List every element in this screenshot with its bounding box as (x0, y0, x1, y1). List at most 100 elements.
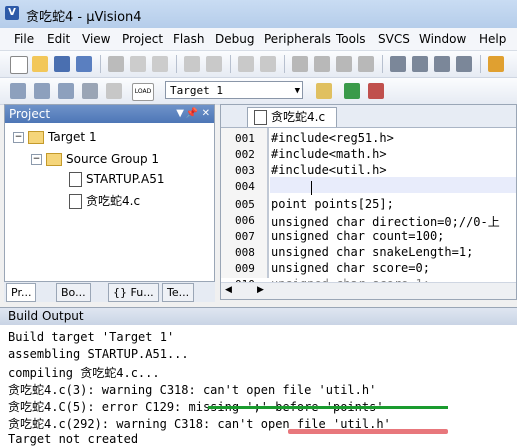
uncomment-icon[interactable] (456, 56, 472, 72)
clear-bookmarks-icon[interactable] (358, 56, 374, 72)
code-line[interactable]: #include<reg51.h> (271, 131, 394, 145)
nav-forward-icon[interactable] (260, 56, 276, 72)
editor-tab-label: 贪吃蛇4.c (271, 110, 326, 124)
menu-tools[interactable]: Tools (336, 32, 366, 46)
build-icon[interactable] (34, 83, 50, 99)
tab-templates[interactable]: Te... (162, 283, 195, 302)
load-icon[interactable]: LOAD (132, 83, 154, 101)
menu-project[interactable]: Project (122, 32, 163, 46)
tab-functions[interactable]: {} Fu... (108, 283, 159, 302)
project-panel-header: Project ▼ 📌 ✕ (5, 105, 214, 123)
line-number: 008 (235, 246, 255, 259)
manage-components-icon[interactable] (344, 83, 360, 99)
build-output-line: assembling STARTUP.A51... (8, 347, 189, 361)
line-number: 007 (235, 230, 255, 243)
indent-icon[interactable] (390, 56, 406, 72)
c-file-icon (254, 110, 267, 125)
menu-flash[interactable]: Flash (173, 32, 204, 46)
toolbar-separator (480, 55, 481, 73)
window-title: 贪吃蛇4 - µVision4 (26, 10, 142, 25)
text-cursor (311, 181, 312, 195)
code-line[interactable]: point points[25]; (271, 197, 394, 211)
tab-editor-file[interactable]: 贪吃蛇4.c (247, 107, 337, 127)
collapse-icon[interactable]: − (13, 132, 24, 143)
open-folder-icon[interactable] (32, 56, 48, 72)
code-line[interactable]: unsigned char direction=0;//0-上 (271, 213, 500, 230)
paste-icon[interactable] (152, 56, 168, 72)
nav-back-icon[interactable] (238, 56, 254, 72)
toolbar-separator (100, 55, 101, 73)
translate-icon[interactable] (10, 83, 26, 99)
menu-svcs[interactable]: SVCS (378, 32, 410, 46)
file-toolbar (0, 51, 517, 78)
copy-icon[interactable] (130, 56, 146, 72)
find-in-files-icon[interactable] (488, 56, 504, 72)
line-number: 009 (235, 262, 255, 275)
line-number: 002 (235, 148, 255, 161)
menu-help[interactable]: Help (479, 32, 506, 46)
tree-item-group[interactable]: − Source Group 1 (31, 152, 159, 166)
build-output-line: Build target 'Target 1' (8, 330, 175, 344)
tree-item-group-label: Source Group 1 (66, 152, 160, 166)
prev-bookmark-icon[interactable] (314, 56, 330, 72)
menu-view[interactable]: View (82, 32, 110, 46)
undo-icon[interactable] (184, 56, 200, 72)
save-all-icon[interactable] (76, 56, 92, 72)
new-file-icon[interactable] (10, 56, 28, 74)
code-editor: 贪吃蛇4.c 001 002 003 004 005 006 007 008 0… (220, 104, 517, 300)
redo-icon[interactable] (206, 56, 222, 72)
title-bar: V 贪吃蛇4 - µVision4 (0, 0, 517, 29)
editor-tab-bar: 贪吃蛇4.c (221, 105, 516, 128)
target-select-value: Target 1 (170, 84, 223, 97)
menu-window[interactable]: Window (419, 32, 466, 46)
batch-build-icon[interactable] (82, 83, 98, 99)
line-number: 004 (235, 180, 255, 193)
tree-item-file[interactable]: 贪吃蛇4.c (69, 192, 140, 209)
build-output-line: Target not created (8, 432, 139, 446)
menu-debug[interactable]: Debug (215, 32, 254, 46)
save-icon[interactable] (54, 56, 70, 72)
code-line[interactable]: #include<math.h> (271, 147, 387, 161)
build-output-line: 贪吃蛇4.c(3): warning C318: can't open file… (8, 383, 377, 397)
toolbar-separator (284, 55, 285, 73)
code-line[interactable]: unsigned char snakeLength=1; (271, 245, 473, 259)
next-bookmark-icon[interactable] (336, 56, 352, 72)
menu-peripherals[interactable]: Peripherals (264, 32, 331, 46)
scroll-right-icon[interactable]: ▶ (257, 285, 264, 295)
pin-icon[interactable]: 📌 (186, 105, 198, 123)
green-annotation-underline (208, 406, 448, 409)
comment-icon[interactable] (434, 56, 450, 72)
asm-file-icon (69, 172, 82, 187)
current-line-highlight (270, 177, 516, 193)
bookmark-icon[interactable] (292, 56, 308, 72)
scroll-left-icon[interactable]: ◀ (225, 285, 232, 295)
close-icon[interactable]: ✕ (202, 105, 210, 123)
rebuild-icon[interactable] (58, 83, 74, 99)
target-options-icon[interactable] (316, 83, 332, 99)
collapse-icon[interactable]: − (31, 154, 42, 165)
tree-item-file-label: STARTUP.A51 (86, 172, 165, 186)
code-line[interactable]: unsigned char score=0; (271, 261, 430, 275)
target-folder-icon (28, 131, 44, 144)
line-number: 001 (235, 132, 255, 145)
tree-item-target[interactable]: − Target 1 (13, 130, 97, 144)
red-annotation-underline (288, 429, 448, 434)
code-line[interactable]: #include<util.h> (271, 163, 387, 177)
dropdown-arrow-icon[interactable]: ▼ (176, 105, 184, 123)
line-number: 003 (235, 164, 255, 177)
stop-build-icon[interactable] (106, 83, 122, 99)
tab-project[interactable]: Pr... (6, 283, 37, 302)
tree-item-file-label: 贪吃蛇4.c (86, 194, 141, 208)
line-number: 006 (235, 214, 255, 227)
menu-file[interactable]: File (14, 32, 34, 46)
tab-books[interactable]: Bo... (56, 283, 91, 302)
cut-icon[interactable] (108, 56, 124, 72)
menu-edit[interactable]: Edit (47, 32, 70, 46)
unindent-icon[interactable] (412, 56, 428, 72)
horizontal-scrollbar[interactable]: ◀ ▶ (221, 282, 516, 299)
toolbar-separator (382, 55, 383, 73)
target-select[interactable]: Target 1 ▼ (165, 81, 303, 99)
tree-item-file[interactable]: STARTUP.A51 (69, 172, 164, 187)
code-line[interactable]: unsigned char count=100; (271, 229, 444, 243)
select-packs-icon[interactable] (368, 83, 384, 99)
